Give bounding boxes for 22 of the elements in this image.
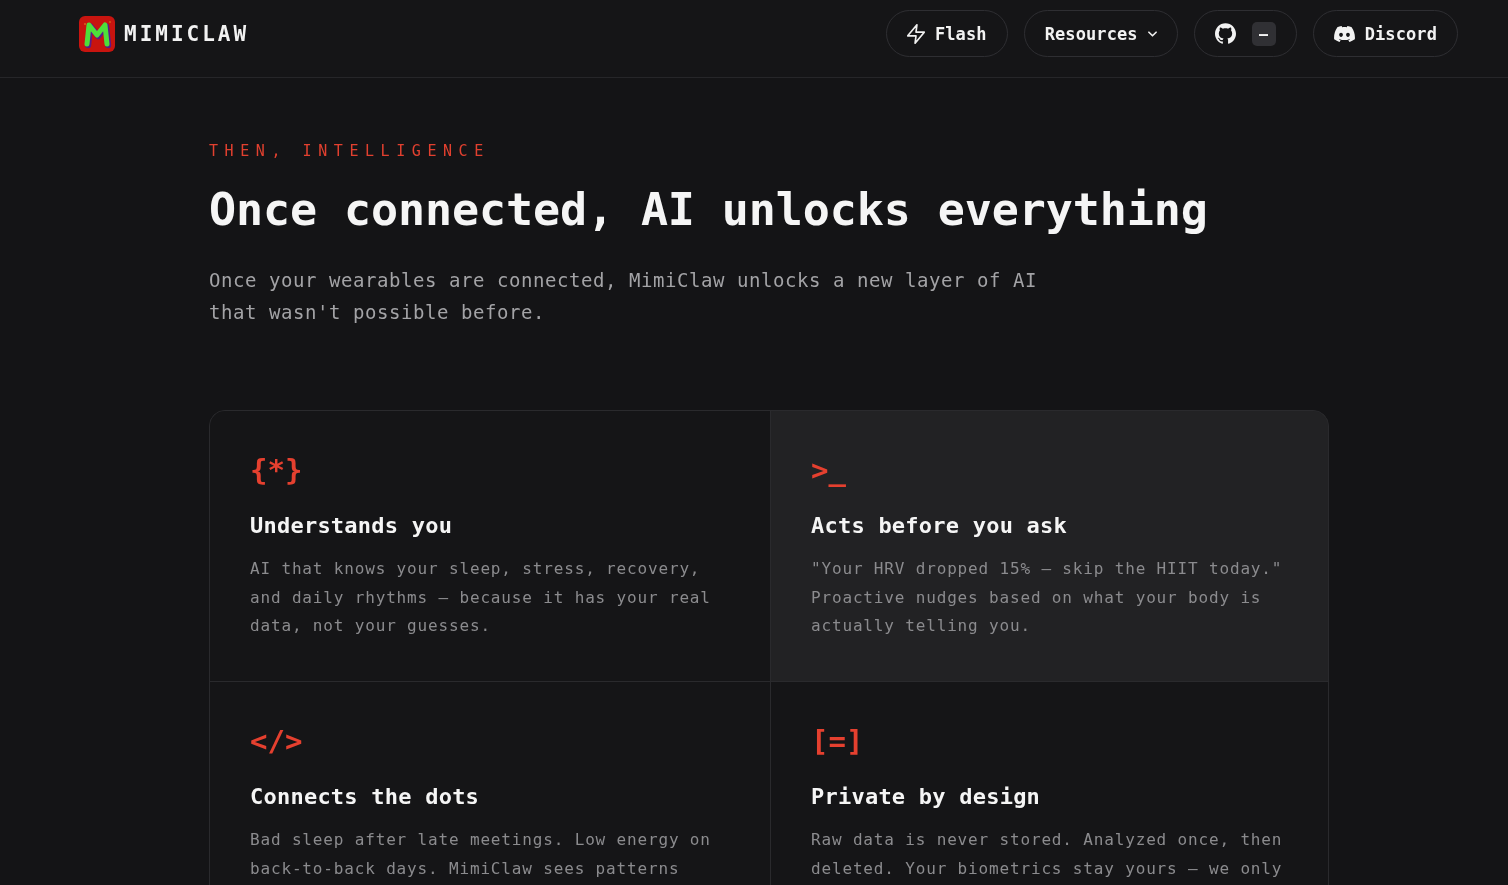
- feature-description: AI that knows your sleep, stress, recovery, and daily rhythms — because it has your real data, not your guesses.: [250, 558, 712, 637]
- github-icon: [1214, 23, 1236, 44]
- feature-description: "Your HRV dropped 15% — skip the HIIT today." Proactive nudges based on what your body is actually telling you.: [811, 558, 1284, 637]
- feature-glyph: </>: [250, 724, 303, 758]
- feature-description: Bad sleep after late meetings. Low energy on back-to-back days. MimiClaw sees patterns: [250, 829, 712, 880]
- feature-description: Raw data is never stored. Analyzed once, then deleted. Your biometrics stay yours — we only: [811, 829, 1284, 880]
- logo-icon: [79, 15, 115, 52]
- section-subtitle: Once your wearables are connected, MimiClaw unlocks a new layer of AI that wasn't possible before.: [209, 268, 1038, 325]
- feature-glyph: >_: [811, 453, 846, 487]
- section-heading: Once connected, AI unlocks everything: [209, 183, 1208, 237]
- feature-title: Private by design: [811, 783, 1042, 811]
- feature-glyph: [=]: [811, 724, 864, 758]
- count-badge: –: [1251, 21, 1276, 46]
- lightning-icon: [906, 23, 925, 44]
- feature-title: Understands you: [250, 512, 454, 540]
- discord-icon: [1333, 25, 1355, 42]
- section-eyebrow: THEN, INTELLIGENCE: [209, 142, 490, 160]
- chevron-down-icon: [1147, 30, 1157, 37]
- feature-title: Connects the dots: [250, 783, 481, 811]
- feature-glyph: {*}: [250, 453, 303, 487]
- brand-name: MIMICLAW: [124, 21, 250, 46]
- feature-title: Acts before you ask: [811, 512, 1069, 540]
